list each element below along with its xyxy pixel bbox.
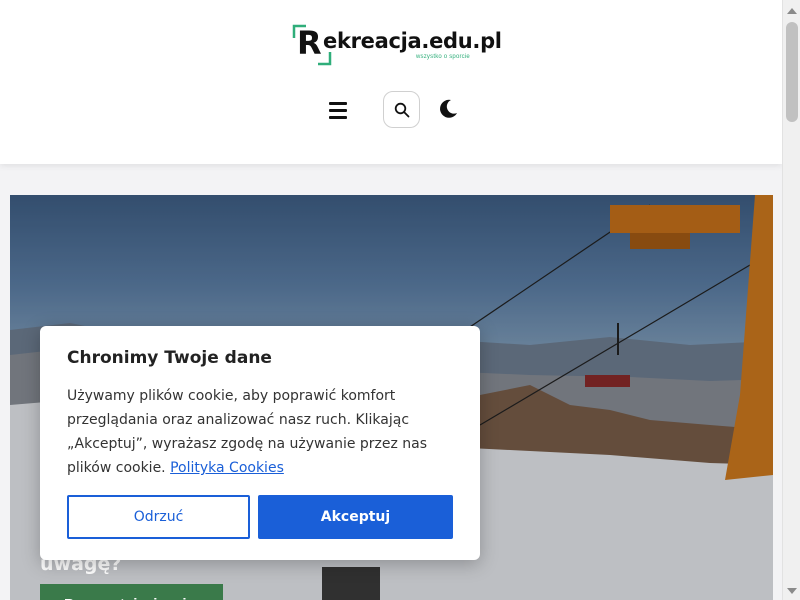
theme-toggle-button[interactable]	[436, 97, 460, 121]
logo-tagline: wszystko o sporcie	[416, 54, 470, 60]
cookie-consent-dialog: Chronimy Twoje dane Używamy plików cooki…	[40, 326, 480, 560]
cookie-dialog-text: Używamy plików cookie, aby poprawić komf…	[67, 384, 447, 480]
menu-button[interactable]	[326, 98, 350, 122]
scroll-thumb[interactable]	[786, 22, 798, 122]
cookie-policy-link[interactable]: Polityka Cookies	[170, 460, 284, 476]
page-scrollbar[interactable]	[782, 0, 800, 600]
read-more-button[interactable]: Przeczytaj więcej	[40, 584, 223, 600]
cookie-dialog-title: Chronimy Twoje dane	[67, 348, 272, 368]
search-icon	[394, 102, 409, 117]
moon-icon	[440, 99, 457, 118]
scroll-down-arrow-icon[interactable]	[787, 588, 797, 594]
site-logo[interactable]: R ekreacja.edu.pl wszystko o sporcie	[292, 24, 502, 68]
search-button[interactable]	[383, 91, 420, 128]
logo-text: ekreacja.edu.pl	[323, 29, 502, 53]
hamburger-icon	[329, 102, 347, 105]
logo-initial: R	[297, 24, 322, 62]
reject-button[interactable]: Odrzuć	[67, 495, 250, 539]
scroll-up-arrow-icon[interactable]	[787, 8, 797, 14]
accept-button[interactable]: Akceptuj	[258, 495, 453, 539]
site-header: R ekreacja.edu.pl wszystko o sporcie	[0, 0, 782, 164]
